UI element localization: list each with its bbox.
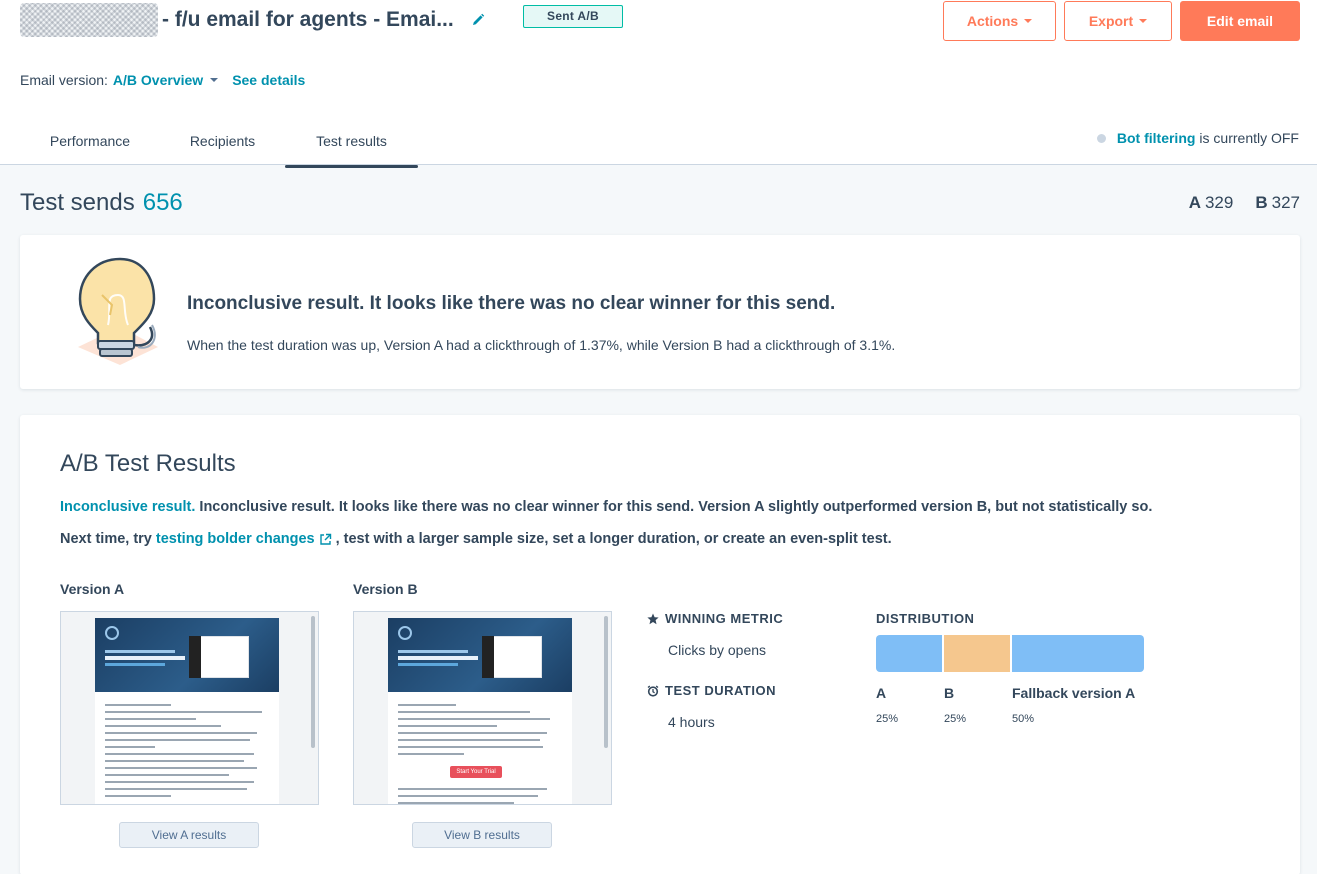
lightbulb-icon (72, 255, 168, 367)
tab-label: Performance (49, 133, 131, 149)
email-preview-page (95, 618, 279, 804)
tip-suffix: , test with a larger sample size, set a … (335, 531, 892, 547)
status-dot-icon (1096, 133, 1106, 143)
tab-label: Test results (316, 133, 387, 149)
test-sends-count: 656 (142, 189, 183, 216)
start-trial-button: Start Your Trial (450, 766, 502, 778)
tab-recipients[interactable]: Recipients (160, 126, 285, 166)
version-b-label: Version B (353, 581, 418, 597)
distribution-version-name: B (944, 685, 955, 701)
distribution-segment-2 (944, 635, 1010, 672)
tab-label: Recipients (189, 133, 256, 149)
chevron-down-icon (1024, 19, 1033, 23)
distribution-segment-1 (876, 635, 942, 672)
email-body-text (398, 704, 563, 760)
test-sends-label: Test sends (20, 189, 135, 216)
version-b-preview[interactable]: Start Your Trial (353, 611, 612, 805)
email-body-text (398, 788, 563, 804)
bot-filtering-link[interactable]: Bot filtering (1117, 130, 1196, 146)
distribution-version-name: Fallback version A (1012, 685, 1136, 701)
chevron-down-icon[interactable] (210, 78, 219, 82)
export-button[interactable]: Export (1064, 1, 1172, 41)
distribution-percent: 25% (944, 713, 967, 725)
preview-scrollbar[interactable] (604, 616, 608, 748)
result-highlight: Inconclusive result. (60, 499, 196, 515)
redacted-name (20, 3, 158, 37)
ab-results-title: A/B Test Results (60, 450, 236, 477)
send-split: A 329 B 327 (1189, 193, 1300, 213)
chevron-down-icon (1139, 19, 1148, 23)
version-dropdown[interactable]: A/B Overview (113, 72, 203, 88)
tip-prefix: Next time, try (60, 531, 152, 547)
split-b-label: B (1255, 193, 1268, 212)
page-title: - f/u email for agents - Emai... (162, 8, 454, 31)
version-a-label: Version A (60, 581, 125, 597)
actions-button[interactable]: Actions (943, 1, 1056, 41)
preview-scrollbar[interactable] (311, 616, 315, 748)
summary-heading: Inconclusive result. It looks like there… (187, 293, 836, 314)
email-body-text (105, 704, 270, 802)
result-explanation: Inconclusive result. Inconclusive result… (60, 499, 1152, 515)
summary-text: When the test duration was up, Version A… (187, 337, 896, 353)
view-b-results-button[interactable]: View B results (412, 822, 552, 848)
email-hero-image (388, 618, 572, 692)
version-selector-row: Email version: A/B Overview See details (20, 72, 305, 88)
email-hero-image (95, 618, 279, 692)
email-preview-page: Start Your Trial (388, 618, 572, 804)
see-details-link[interactable]: See details (232, 72, 305, 88)
export-button-label: Export (1088, 13, 1134, 29)
tab-performance[interactable]: Performance (20, 126, 160, 166)
stopwatch-icon (647, 684, 659, 697)
star-icon (647, 613, 659, 625)
view-a-results-button[interactable]: View A results (119, 822, 259, 848)
test-duration-text: TEST DURATION (665, 683, 776, 698)
testing-bolder-changes-link[interactable]: testing bolder changes (156, 531, 315, 547)
bot-filtering-status: Bot filtering is currently OFF (1096, 130, 1299, 146)
version-a-preview[interactable] (60, 611, 319, 805)
distribution-segment-3 (1012, 635, 1144, 672)
page-header: - f/u email for agents - Emai... Sent A/… (0, 0, 1317, 168)
status-badge: Sent A/B (523, 5, 623, 28)
winning-metric-text: WINNING METRIC (665, 611, 784, 626)
pencil-icon[interactable] (470, 12, 486, 28)
split-b-count: 327 (1271, 193, 1300, 212)
distribution-version-name: A (876, 685, 887, 701)
title-row: - f/u email for agents - Emai... (20, 2, 486, 38)
distribution-percent: 50% (1012, 713, 1035, 725)
ab-test-results-card: A/B Test Results Inconclusive result. In… (20, 415, 1300, 874)
tab-bar: Performance Recipients Test results (20, 126, 418, 168)
tab-test-results[interactable]: Test results (285, 126, 418, 168)
version-label: Email version: (20, 72, 108, 88)
split-a-label: A (1188, 193, 1201, 212)
edit-email-button[interactable]: Edit email (1180, 1, 1300, 41)
distribution-bar (876, 635, 1144, 672)
external-link-icon[interactable] (319, 533, 332, 546)
winning-metric-label: WINNING METRIC (647, 611, 783, 626)
distribution-label: DISTRIBUTION (876, 611, 975, 626)
summary-card: Inconclusive result. It looks like there… (20, 235, 1300, 389)
actions-button-label: Actions (966, 13, 1019, 29)
test-duration-value: 4 hours (668, 714, 715, 730)
split-a-count: 329 (1204, 193, 1234, 212)
winning-metric-value: Clicks by opens (668, 642, 767, 658)
distribution-percent: 25% (876, 713, 899, 725)
test-sends-row: Test sends 656 A 329 B 327 (20, 187, 1300, 219)
bot-filtering-state: is currently OFF (1199, 130, 1299, 146)
test-duration-label: TEST DURATION (647, 683, 776, 698)
next-time-tip: Next time, try testing bolder changes , … (60, 531, 892, 547)
result-text: Inconclusive result. It looks like there… (199, 499, 1153, 515)
